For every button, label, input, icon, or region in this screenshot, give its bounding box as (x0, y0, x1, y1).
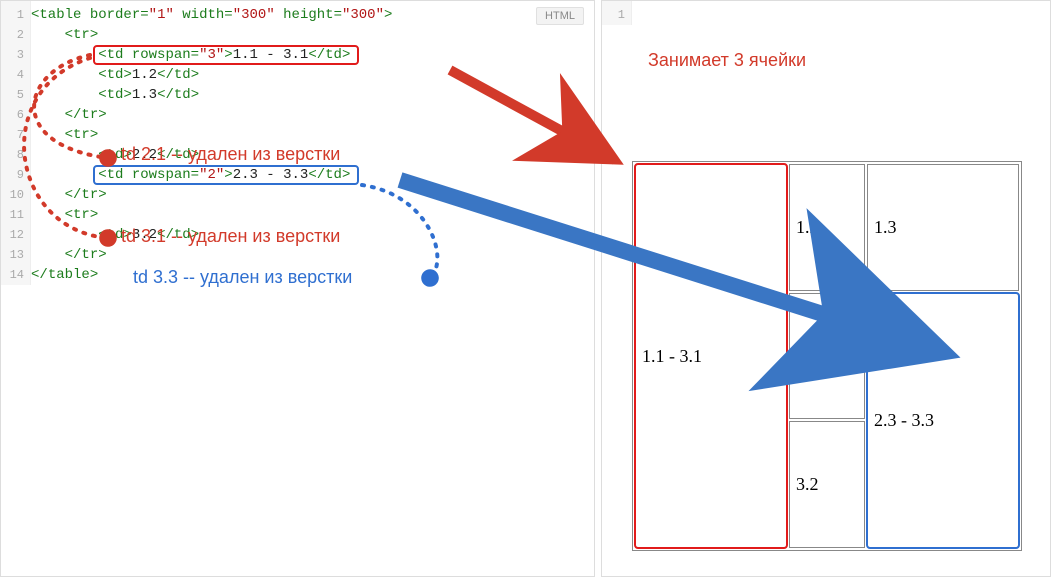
line-number: 5 (1, 85, 30, 105)
line-number: 3 (1, 45, 30, 65)
highlight-rowspan3 (93, 45, 359, 65)
line-number: 1 (602, 5, 631, 25)
code-editor-pane: 1 2 3 4 5 6 7 8 9 10 11 12 13 14 HTML <t… (0, 0, 595, 577)
line-number: 13 (1, 245, 30, 265)
code-line: <td>1.3</td> (31, 85, 594, 105)
cell-32: 3.2 (789, 421, 865, 548)
code-line: <tr> (31, 25, 594, 45)
line-number: 2 (1, 25, 30, 45)
code-line: <tr> (31, 205, 594, 225)
cell-13: 1.3 (867, 164, 1019, 291)
code-line: <table border="1" width="300" height="30… (31, 5, 594, 25)
output-table: 1.1 - 3.1 1.2 1.3 2.2 2.3 - 3.3 3.2 (632, 161, 1022, 551)
preview-gutter: 1 (602, 1, 632, 25)
annotation-deleted-21: td 2.1 -- удален из верстки (121, 144, 340, 165)
code-line: </tr> (31, 105, 594, 125)
line-gutter: 1 2 3 4 5 6 7 8 9 10 11 12 13 14 (1, 1, 31, 285)
line-number: 4 (1, 65, 30, 85)
cell-11-31: 1.1 - 3.1 (635, 164, 787, 548)
line-number: 12 (1, 225, 30, 245)
code-line: </tr> (31, 185, 594, 205)
cell-12: 1.2 (789, 164, 865, 291)
line-number: 14 (1, 265, 30, 285)
cell-22: 2.2 (789, 293, 865, 420)
line-number: 6 (1, 105, 30, 125)
highlight-rowspan2 (93, 165, 359, 185)
code-line: </tr> (31, 245, 594, 265)
annotation-deleted-33: td 3.3 -- удален из верстки (133, 267, 352, 288)
line-number: 7 (1, 125, 30, 145)
preview-area: 1.1 - 3.1 1.2 1.3 2.2 2.3 - 3.3 3.2 (632, 1, 1050, 576)
line-number: 11 (1, 205, 30, 225)
line-number: 10 (1, 185, 30, 205)
annotation-deleted-31: td 3.1 -- удален из верстки (121, 226, 340, 247)
line-number: 9 (1, 165, 30, 185)
code-line: <td>1.2</td> (31, 65, 594, 85)
preview-pane: 1 1.1 - 3.1 1.2 1.3 2.2 2.3 - 3.3 3.2 (601, 0, 1051, 577)
code-line: <tr> (31, 125, 594, 145)
annotation-takes3: Занимает 3 ячейки (648, 50, 806, 71)
line-number: 8 (1, 145, 30, 165)
line-number: 1 (1, 5, 30, 25)
cell-23-33: 2.3 - 3.3 (867, 293, 1019, 548)
